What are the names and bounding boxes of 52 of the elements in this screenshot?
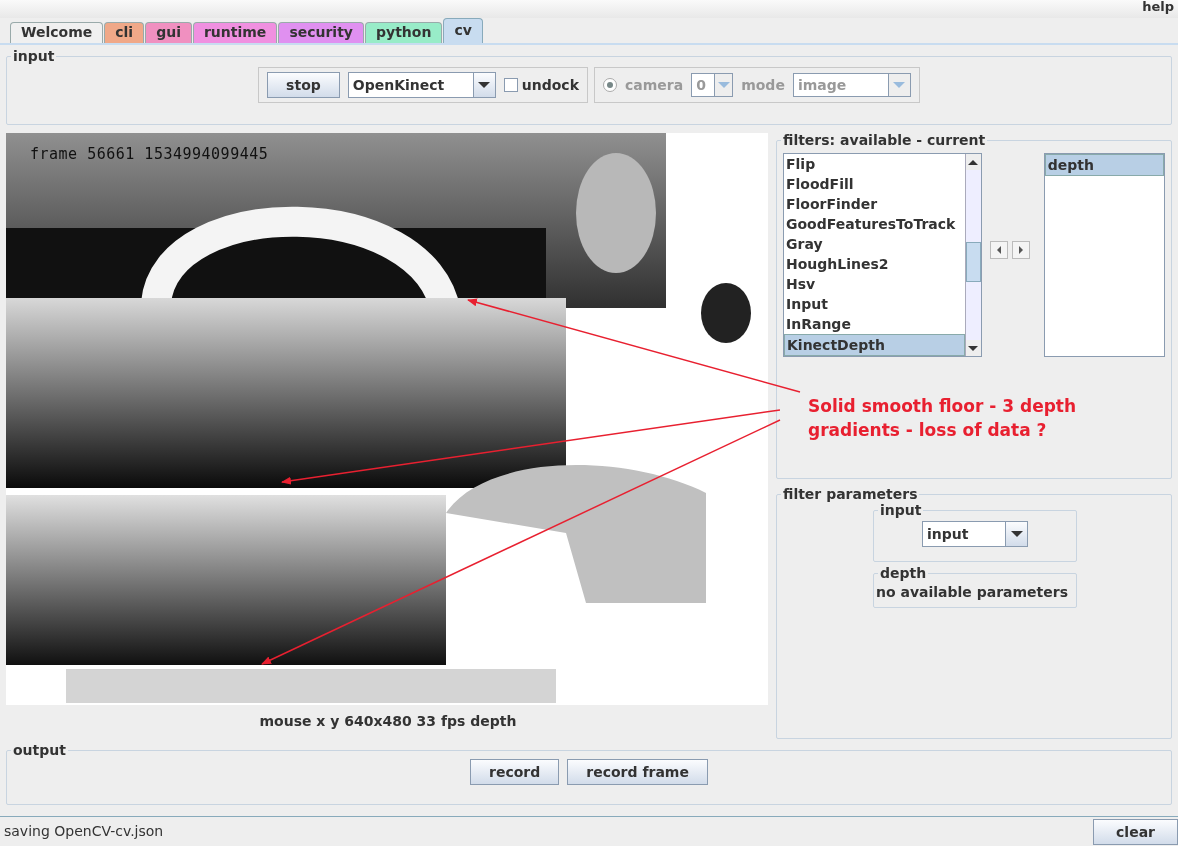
help-menu[interactable]: help: [1142, 0, 1174, 18]
record-button[interactable]: record: [470, 759, 560, 785]
checkbox[interactable]: [503, 78, 518, 92]
left-arrow-icon: [996, 246, 1001, 254]
caret-icon: [478, 82, 491, 88]
status-message: saving OpenCV-cv.json: [4, 822, 164, 841]
list-item[interactable]: FloorFinder: [784, 194, 965, 214]
panel-title: filter parameters: [782, 487, 919, 501]
caret-icon: [893, 82, 906, 88]
caret-icon: [1010, 531, 1023, 537]
panel-title: input: [12, 49, 56, 63]
tab[interactable]: runtime: [192, 22, 278, 43]
move-left-button[interactable]: [989, 241, 1008, 259]
scroll-down-icon: [968, 345, 979, 351]
tab[interactable]: cli: [104, 22, 145, 43]
mode-label: mode: [741, 75, 785, 95]
caret-icon: [717, 82, 730, 88]
list-item[interactable]: InRange: [784, 314, 965, 334]
tab[interactable]: Welcome: [10, 22, 104, 43]
tab[interactable]: python: [365, 22, 443, 43]
list-item[interactable]: depth: [1044, 154, 1164, 176]
annotation-text: Solid smooth floor - 3 depth gradients - loss of data ?: [808, 395, 1078, 442]
group-title: input: [879, 503, 923, 517]
clear-button[interactable]: clear: [1093, 818, 1178, 845]
record-frame-button[interactable]: record frame: [567, 759, 708, 785]
scroll-up-icon: [968, 159, 979, 165]
list-item[interactable]: Gray: [784, 234, 965, 254]
scrollbar-thumb[interactable]: [965, 242, 981, 282]
tab[interactable]: gui: [145, 22, 192, 43]
list-item[interactable]: Flip: [784, 154, 965, 174]
list-item[interactable]: GoodFeaturesToTrack: [784, 214, 965, 234]
parameter-message: no available parameters: [876, 583, 1070, 602]
list-item[interactable]: FloodFill: [784, 174, 965, 194]
panel-title: filters: available - current: [782, 133, 987, 147]
source-dropdown[interactable]: OpenKinect: [347, 72, 496, 98]
camera-label: camera: [624, 75, 684, 95]
list-item[interactable]: KinectDepth: [784, 334, 965, 356]
list-item[interactable]: Input: [784, 294, 965, 314]
checkbox-label: undock: [521, 75, 579, 95]
panel-title: output: [12, 743, 67, 757]
parameter-dropdown[interactable]: input: [922, 521, 1028, 547]
video-caption: mouse x y 640x480 33 fps depth: [259, 713, 517, 729]
list-item[interactable]: HoughLines2: [784, 254, 965, 274]
stop-button[interactable]: stop: [267, 72, 340, 98]
list-item[interactable]: Hsv: [784, 274, 965, 294]
group-title: depth: [879, 566, 928, 580]
frame-overlay-text: frame 56661 1534994099445: [30, 144, 269, 165]
right-arrow-icon: [1018, 246, 1023, 254]
tab[interactable]: cv: [443, 18, 483, 43]
move-right-button[interactable]: [1011, 241, 1030, 259]
scrollbar[interactable]: [964, 154, 981, 356]
tab[interactable]: security: [278, 22, 364, 43]
